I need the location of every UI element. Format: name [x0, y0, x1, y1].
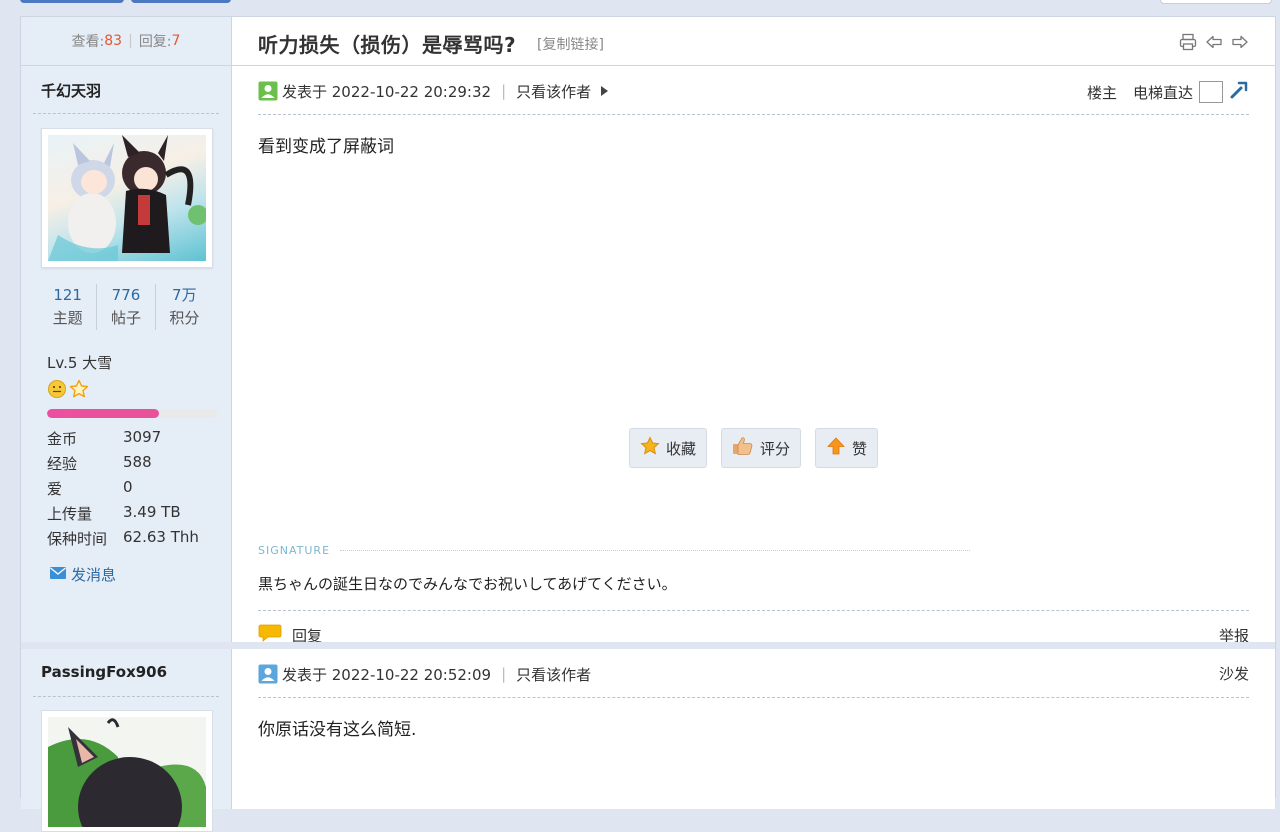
thread-counts: 查看: 83 | 回复: 7 — [21, 17, 232, 66]
avatar[interactable] — [41, 710, 213, 832]
star-icon — [640, 436, 660, 460]
post-body-2: 发表于 2022-10-22 20:52:09 | 只看该作者 沙发 你原话没有… — [232, 649, 1275, 809]
smiley-badge-icon — [47, 379, 67, 403]
jump-go-icon[interactable] — [1229, 80, 1249, 104]
info-love: 爱0 — [47, 478, 133, 498]
thumbs-up-icon — [732, 436, 754, 460]
user-level: Lv.5 大雪 — [47, 354, 113, 372]
post-author-panel-2: PassingFox906 — [21, 649, 232, 832]
print-icon[interactable] — [1179, 33, 1197, 51]
mail-icon — [49, 565, 67, 585]
top-tab-left[interactable] — [20, 0, 124, 3]
only-author-link[interactable]: 只看该作者 — [516, 664, 591, 685]
top-tab-right[interactable] — [131, 0, 231, 3]
signature-text: 黒ちゃんの誕生日なのでみんなでお祝いしてあげてください。 — [258, 575, 677, 593]
info-coins: 金币 3097 — [47, 428, 162, 448]
floor-label: 楼主 — [1086, 83, 1117, 102]
author-name[interactable]: PassingFox906 — [41, 663, 167, 681]
star-badge-icon — [69, 379, 89, 403]
floor-number-input[interactable] — [1199, 81, 1223, 103]
post-author-panel: 千幻天羽 121 主题 776 帖子 7万 积分 Lv.5 大雪 金币 3097… — [21, 66, 232, 642]
top-search-box[interactable] — [1160, 0, 1272, 4]
reply-count: 7 — [171, 33, 181, 49]
user-online-icon — [258, 81, 278, 101]
avatar[interactable] — [41, 128, 213, 268]
stat-points[interactable]: 7万 积分 — [156, 284, 213, 330]
signature-label: SIGNATURE — [258, 544, 331, 557]
post-body: 发表于 2022-10-22 20:29:32 | 只看该作者 楼主 电梯直达 … — [232, 66, 1275, 645]
author-stats: 121 主题 776 帖子 7万 积分 — [39, 284, 213, 330]
info-seed-time: 保种时间 62.63 Thh — [47, 528, 199, 548]
user-offline-icon — [258, 664, 278, 684]
post-time: 发表于 2022-10-22 20:52:09 — [282, 665, 492, 684]
floor-label: 沙发 — [1218, 665, 1249, 683]
info-exp: 经验 588 — [47, 453, 152, 473]
thread-title: 听力损失（损伤）是辱骂吗? — [258, 33, 517, 57]
stat-posts[interactable]: 776 帖子 — [97, 284, 156, 330]
post-content: 你原话没有这么简短. — [258, 720, 417, 740]
post-time: 发表于 2022-10-22 20:29:32 — [282, 82, 492, 101]
jump-to-floor-label: 电梯直达 — [1132, 83, 1193, 102]
send-message-link[interactable]: 发消息 — [49, 564, 116, 585]
author-name[interactable]: 千幻天羽 — [41, 80, 101, 101]
next-thread-icon[interactable] — [1231, 33, 1249, 51]
only-author-link[interactable]: 只看该作者 — [516, 81, 591, 102]
post-content: 看到变成了屏蔽词 — [258, 137, 394, 157]
thread-header: 听力损失（损伤）是辱骂吗? [复制链接] — [232, 17, 1275, 66]
up-arrow-icon — [826, 436, 846, 460]
level-progress-bar — [47, 409, 217, 418]
author-info: 金币 3097 经验 588 爱0 上传量 3.49 TB 保种时间 62.63 Thh — [47, 428, 199, 553]
play-arrow-icon[interactable] — [601, 86, 609, 96]
like-button[interactable]: 赞 — [815, 428, 879, 468]
previous-thread-icon[interactable] — [1205, 33, 1223, 51]
favorite-button[interactable]: 收藏 — [628, 428, 707, 468]
rate-button[interactable]: 评分 — [720, 428, 801, 468]
stat-threads[interactable]: 121 主题 — [39, 284, 98, 330]
thread-board: 查看: 83 | 回复: 7 听力损失（损伤）是辱骂吗? [复制链接] 千幻天羽 — [20, 16, 1276, 832]
copy-link-button[interactable]: [复制链接] — [537, 34, 604, 54]
view-count: 83 — [104, 33, 123, 49]
info-upload: 上传量 3.49 TB — [47, 503, 181, 523]
